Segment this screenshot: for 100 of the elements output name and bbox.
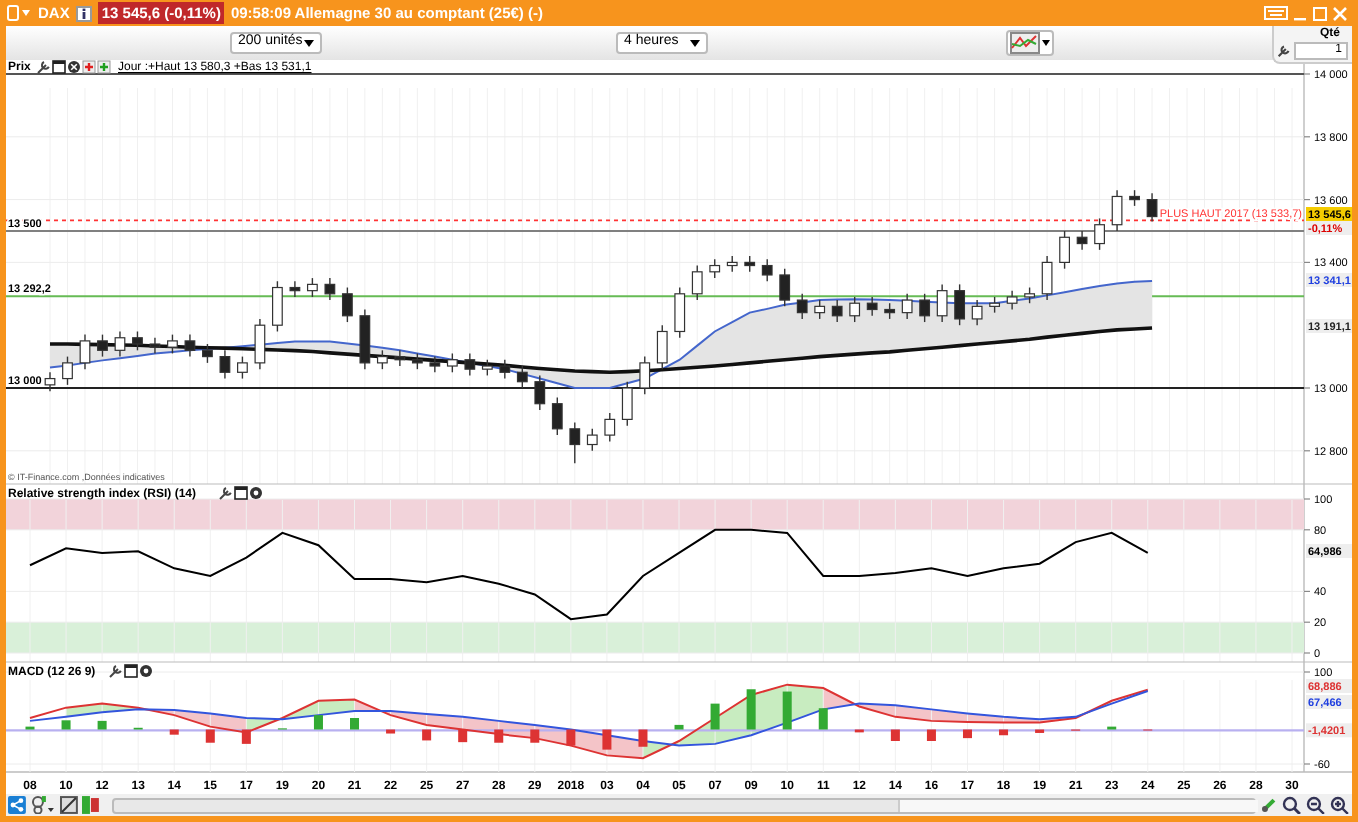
histogram-bar bbox=[494, 729, 504, 743]
histogram-bar bbox=[602, 729, 612, 750]
caret-icon bbox=[1042, 40, 1050, 46]
info-icon[interactable] bbox=[75, 5, 92, 21]
histogram-bar bbox=[999, 729, 1009, 736]
candlestick bbox=[254, 318, 266, 370]
candlestick bbox=[901, 293, 913, 320]
histogram-bar bbox=[746, 689, 756, 730]
histogram-bar bbox=[782, 691, 792, 730]
share-icon[interactable] bbox=[8, 796, 26, 814]
candlestick bbox=[184, 333, 196, 358]
candlestick bbox=[149, 337, 161, 355]
candlestick bbox=[639, 355, 651, 395]
close-icon[interactable] bbox=[68, 61, 80, 73]
zoom-fit-icon[interactable] bbox=[1282, 796, 1303, 814]
histogram-bar bbox=[386, 729, 396, 734]
candlestick bbox=[411, 352, 423, 370]
candlestick bbox=[429, 355, 441, 373]
candlestick bbox=[866, 296, 878, 317]
candlestick bbox=[289, 280, 301, 298]
histogram-bar bbox=[818, 708, 828, 730]
histogram-bar bbox=[890, 729, 900, 741]
wrench-icon[interactable] bbox=[1276, 42, 1292, 58]
window-icon[interactable] bbox=[234, 486, 248, 500]
candlestick bbox=[831, 299, 843, 323]
candlestick bbox=[394, 349, 406, 367]
histogram-bar bbox=[313, 715, 323, 730]
candlestick bbox=[132, 330, 143, 351]
candlestick bbox=[551, 396, 563, 436]
candlestick bbox=[1129, 189, 1140, 207]
chart-type-button[interactable] bbox=[1006, 30, 1054, 56]
candlestick bbox=[954, 283, 966, 326]
candlestick bbox=[114, 330, 126, 358]
candlestick bbox=[1006, 289, 1018, 311]
candlestick bbox=[691, 264, 703, 301]
window-icon[interactable] bbox=[124, 664, 138, 678]
zoom-out-icon[interactable] bbox=[1306, 796, 1327, 814]
histogram-bar bbox=[710, 703, 720, 730]
histogram-bar bbox=[963, 729, 972, 739]
candlestick bbox=[1111, 189, 1123, 232]
candlestick bbox=[936, 283, 948, 323]
candlestick bbox=[1024, 286, 1035, 304]
candlestick bbox=[202, 343, 213, 364]
candlestick bbox=[97, 333, 108, 358]
candlestick bbox=[569, 421, 581, 465]
candlestick bbox=[726, 255, 738, 273]
histogram-bar bbox=[97, 720, 107, 730]
candlestick bbox=[341, 286, 353, 323]
histogram-bar bbox=[241, 729, 251, 744]
zoom-in-icon[interactable] bbox=[1330, 796, 1350, 814]
wrench-icon[interactable] bbox=[219, 487, 232, 500]
candlestick bbox=[814, 299, 826, 320]
histogram-bar bbox=[205, 729, 215, 743]
candlestick bbox=[761, 258, 773, 282]
candlestick bbox=[167, 333, 178, 355]
candlestick bbox=[376, 349, 388, 370]
horizontal-scrollbar[interactable] bbox=[111, 797, 1257, 813]
gear-icon[interactable] bbox=[140, 665, 152, 677]
candlestick bbox=[272, 280, 283, 333]
candlestick bbox=[919, 293, 931, 323]
window-icon[interactable] bbox=[52, 60, 66, 74]
chart-icon bbox=[1010, 32, 1040, 54]
layers-icon[interactable] bbox=[81, 796, 100, 814]
candlestick bbox=[971, 299, 983, 326]
candlestick bbox=[44, 371, 56, 392]
wrench-icon[interactable] bbox=[109, 665, 122, 678]
histogram-bar bbox=[458, 729, 468, 743]
candlestick bbox=[324, 277, 336, 301]
histogram-bar bbox=[169, 729, 179, 735]
candlestick bbox=[779, 268, 791, 308]
caret-icon bbox=[304, 39, 314, 47]
candlestick bbox=[499, 359, 511, 380]
candlestick bbox=[79, 333, 91, 370]
candlestick bbox=[464, 352, 476, 377]
histogram-bar bbox=[566, 729, 576, 746]
candlestick bbox=[674, 286, 686, 339]
candlestick bbox=[989, 296, 1001, 314]
add-icon[interactable] bbox=[82, 60, 96, 74]
candlestick bbox=[586, 428, 598, 452]
add-icon[interactable] bbox=[97, 60, 111, 74]
candlestick bbox=[1146, 192, 1158, 223]
candlestick bbox=[446, 352, 458, 373]
gear-icon[interactable] bbox=[250, 487, 262, 499]
candlestick bbox=[516, 365, 528, 389]
candlestick bbox=[849, 296, 861, 323]
candlestick bbox=[744, 255, 756, 273]
caret-icon bbox=[690, 39, 700, 47]
candlestick bbox=[481, 359, 493, 377]
grid-icon[interactable] bbox=[59, 796, 78, 814]
candlestick bbox=[1059, 230, 1070, 270]
candlestick bbox=[62, 355, 73, 386]
wrench-icon[interactable] bbox=[37, 61, 50, 74]
candlestick bbox=[1076, 230, 1088, 251]
histogram-bar bbox=[926, 729, 936, 741]
candlestick bbox=[237, 355, 248, 380]
candlestick bbox=[359, 308, 371, 370]
candlestick bbox=[1041, 255, 1053, 301]
candlestick bbox=[306, 277, 318, 298]
histogram-bar bbox=[638, 729, 648, 747]
candlestick bbox=[1094, 217, 1105, 251]
